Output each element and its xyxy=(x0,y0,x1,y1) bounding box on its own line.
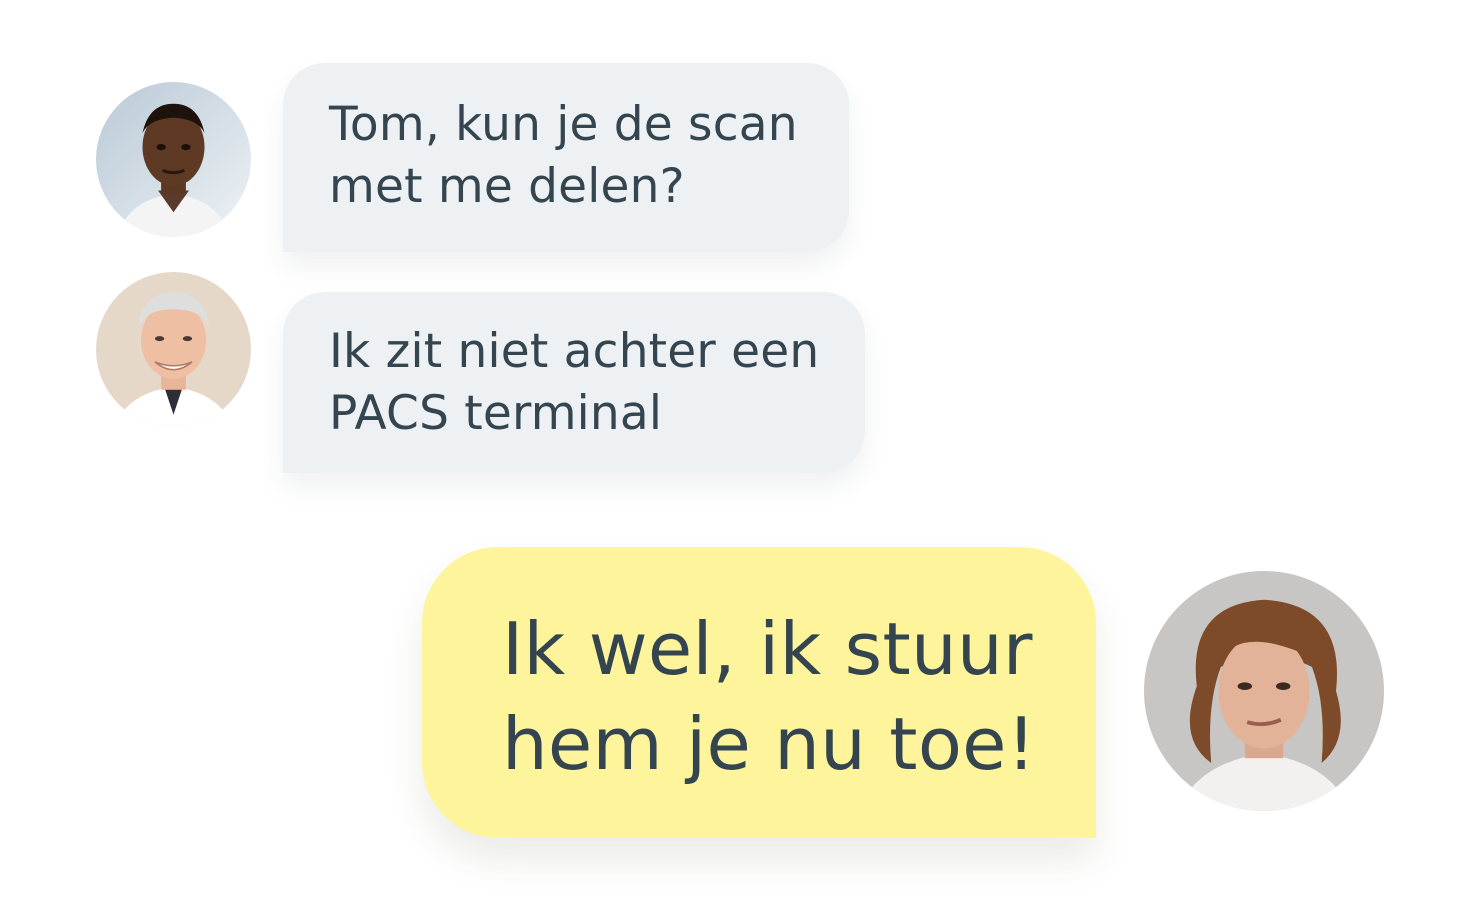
avatar xyxy=(1144,571,1384,811)
chat-bubble-incoming: Tom, kun je de scan met me delen? xyxy=(283,63,849,252)
chat-bubble-incoming: Ik zit niet achter een PACS terminal xyxy=(283,292,865,473)
message-text: Ik zit niet achter een PACS terminal xyxy=(329,324,820,441)
message-text: Tom, kun je de scan met me delen? xyxy=(329,97,798,214)
avatar xyxy=(96,82,251,237)
person-portrait-icon xyxy=(1144,571,1384,811)
chat-bubble-outgoing: Ik wel, ik stuur hem je nu toe! xyxy=(422,547,1096,838)
message-text: Ik wel, ik stuur hem je nu toe! xyxy=(502,607,1036,786)
person-portrait-icon xyxy=(96,82,251,237)
avatar xyxy=(96,272,251,427)
person-portrait-icon xyxy=(96,272,251,427)
